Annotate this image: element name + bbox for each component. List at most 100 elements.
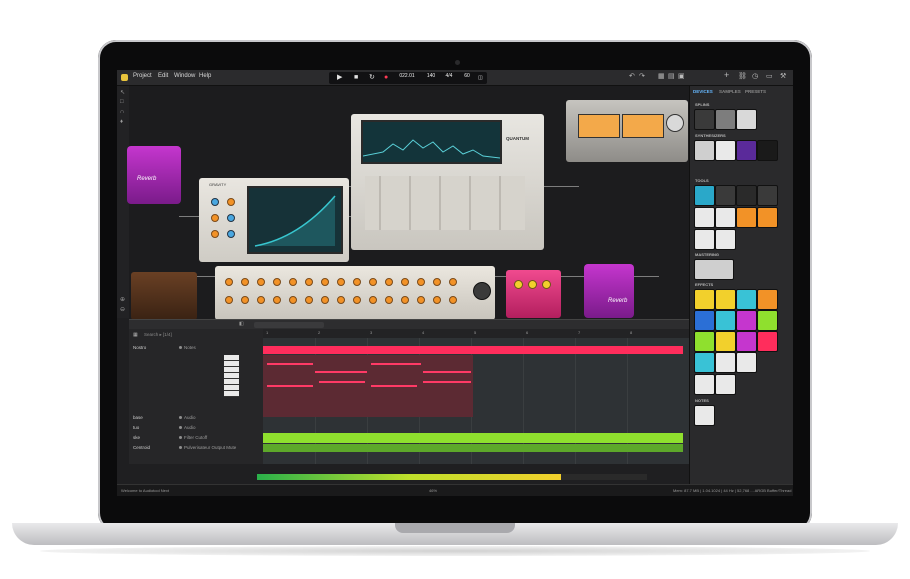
device-thumb[interactable] xyxy=(694,207,715,228)
note[interactable] xyxy=(423,381,471,383)
device-thumb[interactable] xyxy=(736,140,757,161)
device-thumb[interactable] xyxy=(694,185,715,206)
knob[interactable] xyxy=(528,280,537,289)
device-thumb[interactable] xyxy=(757,185,778,206)
device-canvas[interactable]: Reverb GRAVITY QUANTUM xyxy=(129,86,689,320)
device-thumb[interactable] xyxy=(715,140,736,161)
device-thumb[interactable] xyxy=(736,185,757,206)
select-icon[interactable]: □ xyxy=(120,99,124,105)
knob[interactable] xyxy=(514,280,523,289)
knob[interactable] xyxy=(211,230,219,238)
device-thumb[interactable] xyxy=(715,229,736,250)
track-row[interactable]: base Audio xyxy=(129,413,263,422)
note[interactable] xyxy=(267,385,313,387)
tab-presets[interactable]: PRESETS xyxy=(745,89,766,94)
device-thumb[interactable] xyxy=(736,207,757,228)
device-thumb[interactable] xyxy=(757,310,778,331)
device-thumb[interactable] xyxy=(736,331,757,352)
reverb-pedal-2[interactable]: Reverb xyxy=(584,264,634,318)
device-thumb[interactable] xyxy=(757,207,778,228)
note[interactable] xyxy=(371,363,421,365)
bpm-value[interactable]: 140 xyxy=(423,73,439,79)
knob[interactable] xyxy=(211,214,219,222)
device-thumb[interactable] xyxy=(694,259,734,280)
device-thumb[interactable] xyxy=(694,352,715,373)
device-thumb[interactable] xyxy=(715,207,736,228)
knob[interactable] xyxy=(227,198,235,206)
timeline-ruler[interactable]: 1 2 3 4 5 6 7 8 xyxy=(263,329,689,338)
value4[interactable]: 60 xyxy=(459,73,475,79)
chat-icon[interactable]: ▭ xyxy=(766,73,773,81)
device-thumb[interactable] xyxy=(694,405,715,426)
track-row[interactable]: ske Filter Cutoff xyxy=(129,433,263,442)
tab-devices[interactable]: DEVICES xyxy=(693,89,713,94)
device-thumb[interactable] xyxy=(715,374,736,395)
device-thumb[interactable] xyxy=(715,289,736,310)
automation-clip[interactable] xyxy=(263,433,683,443)
device-thumb[interactable] xyxy=(715,310,736,331)
grid-icon[interactable]: ▦ xyxy=(133,332,138,338)
menu-project[interactable]: Project xyxy=(133,73,152,79)
automation-clip[interactable] xyxy=(263,444,683,452)
device-thumb[interactable] xyxy=(736,289,757,310)
quantum-fader-bank[interactable] xyxy=(365,176,525,230)
add-icon[interactable]: + xyxy=(724,71,729,79)
device-thumb[interactable] xyxy=(694,331,715,352)
menu-window[interactable]: Window xyxy=(174,73,195,79)
clock-icon[interactable]: ◷ xyxy=(752,73,758,81)
mic-icon[interactable]: ♦ xyxy=(120,119,123,125)
device-thumb[interactable] xyxy=(694,140,715,161)
loop-icon[interactable]: ↻ xyxy=(369,74,375,82)
transient-pedal[interactable] xyxy=(506,270,561,318)
metronome-icon[interactable]: ◫ xyxy=(478,74,483,82)
knob[interactable] xyxy=(227,214,235,222)
device-thumb[interactable] xyxy=(757,140,778,161)
reverb-pedal-1[interactable]: Reverb xyxy=(127,146,181,204)
sequencer-device[interactable] xyxy=(215,266,495,320)
device-thumb[interactable] xyxy=(715,352,736,373)
knob[interactable] xyxy=(542,280,551,289)
track-row[interactable]: Nostro Notes xyxy=(129,343,263,352)
record-icon[interactable]: ● xyxy=(384,74,388,82)
note[interactable] xyxy=(267,363,313,365)
quantum-device[interactable]: QUANTUM xyxy=(351,114,544,250)
device-thumb[interactable] xyxy=(694,374,715,395)
view-panel-icon[interactable]: ▣ xyxy=(678,73,685,81)
zoom-in-icon[interactable]: ⊕ xyxy=(120,296,125,303)
stop-icon[interactable]: ■ xyxy=(354,74,358,82)
device-thumb[interactable] xyxy=(694,289,715,310)
vu-meter-device[interactable] xyxy=(566,100,688,162)
view-grid-icon[interactable]: ▦ xyxy=(658,73,665,81)
track-row[interactable]: tuo Audio xyxy=(129,423,263,432)
piano-keys[interactable] xyxy=(224,355,239,397)
wood-device[interactable] xyxy=(131,272,197,320)
timeline-scrollbar[interactable] xyxy=(254,322,324,328)
note[interactable] xyxy=(315,371,367,373)
play-icon[interactable]: ▶ xyxy=(337,74,342,82)
note[interactable] xyxy=(319,381,365,383)
scroll-icon[interactable]: ◧ xyxy=(239,321,244,327)
device-thumb[interactable] xyxy=(694,310,715,331)
pointer-icon[interactable]: ↖ xyxy=(120,89,125,96)
position-value[interactable]: 022.01 xyxy=(399,73,415,79)
sequencer-main-knob[interactable] xyxy=(473,282,491,300)
device-thumb[interactable] xyxy=(715,185,736,206)
tab-samples[interactable]: SAMPLES xyxy=(719,89,741,94)
device-thumb[interactable] xyxy=(715,109,736,130)
arrangement-editor[interactable]: 1 2 3 4 5 6 7 8 xyxy=(263,329,689,464)
view-list-icon[interactable]: ▤ xyxy=(668,73,675,81)
device-thumb[interactable] xyxy=(757,289,778,310)
redo-icon[interactable]: ↷ xyxy=(639,73,645,81)
device-thumb[interactable] xyxy=(736,310,757,331)
menu-help[interactable]: Help xyxy=(199,73,211,79)
device-thumb[interactable] xyxy=(736,352,757,373)
clip-header[interactable] xyxy=(263,346,683,354)
device-thumb[interactable] xyxy=(694,109,715,130)
headphones-icon[interactable]: ∩ xyxy=(120,109,124,115)
note[interactable] xyxy=(371,385,417,387)
knob[interactable] xyxy=(211,198,219,206)
device-thumb[interactable] xyxy=(736,109,757,130)
menu-edit[interactable]: Edit xyxy=(158,73,168,79)
gravity-device[interactable]: GRAVITY xyxy=(199,178,349,262)
vu-knob[interactable] xyxy=(666,114,684,132)
